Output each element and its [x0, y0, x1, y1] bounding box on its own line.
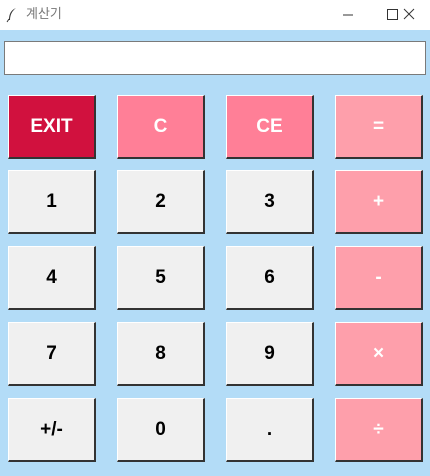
- window-title: 계산기: [26, 7, 62, 22]
- digit-4-button[interactable]: 4: [8, 246, 96, 310]
- decimal-button[interactable]: .: [226, 398, 314, 462]
- exit-button[interactable]: EXIT: [8, 95, 96, 159]
- calculator-body: EXIT C CE = 1 2 3 + 4 5 6 - 7 8 9 × +/- …: [0, 30, 430, 476]
- title-bar: 계산기: [0, 0, 430, 30]
- digit-5-button[interactable]: 5: [117, 246, 205, 310]
- digit-1-button[interactable]: 1: [8, 170, 96, 234]
- equals-button[interactable]: =: [335, 95, 423, 159]
- digit-8-button[interactable]: 8: [117, 322, 205, 386]
- digit-2-button[interactable]: 2: [117, 170, 205, 234]
- digit-7-button[interactable]: 7: [8, 322, 96, 386]
- digit-9-button[interactable]: 9: [226, 322, 314, 386]
- multiply-button[interactable]: ×: [335, 322, 423, 386]
- close-icon: [403, 8, 415, 20]
- negate-button[interactable]: +/-: [8, 398, 96, 462]
- digit-6-button[interactable]: 6: [226, 246, 314, 310]
- clear-entry-button[interactable]: CE: [226, 95, 314, 159]
- digit-3-button[interactable]: 3: [226, 170, 314, 234]
- plus-button[interactable]: +: [335, 170, 423, 234]
- divide-button[interactable]: ÷: [335, 398, 423, 462]
- minus-button[interactable]: -: [335, 246, 423, 310]
- clear-button[interactable]: C: [117, 95, 205, 159]
- display-field[interactable]: [4, 41, 426, 75]
- feather-icon: [6, 8, 16, 23]
- digit-0-button[interactable]: 0: [117, 398, 205, 462]
- close-button[interactable]: [387, 0, 430, 30]
